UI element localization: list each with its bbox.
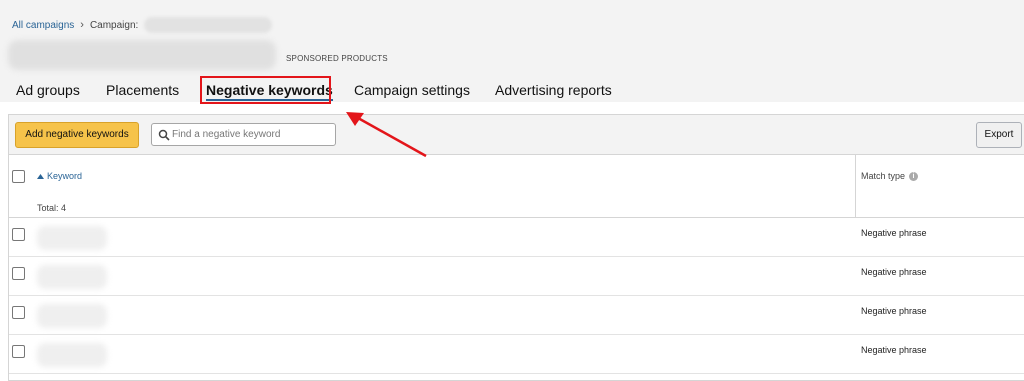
match-type-column-header: Match type i	[861, 171, 919, 181]
match-type-cell: Negative phrase	[861, 345, 927, 355]
tab-highlight-box	[200, 76, 331, 104]
keyword-redacted	[37, 226, 107, 250]
row-checkbox[interactable]	[12, 267, 25, 280]
tab-campaign-settings[interactable]: Campaign settings	[354, 82, 470, 98]
row-checkbox[interactable]	[12, 228, 25, 241]
table-row: Negative phrase	[9, 257, 1024, 296]
table-row: Negative phrase	[9, 218, 1024, 257]
table-toolbar: Add negative keywords Export	[9, 115, 1024, 155]
match-type-cell: Negative phrase	[861, 267, 927, 277]
tab-advertising-reports[interactable]: Advertising reports	[495, 82, 612, 98]
keyword-column-header[interactable]: Keyword	[37, 171, 82, 181]
match-type-cell: Negative phrase	[861, 306, 927, 316]
row-checkbox[interactable]	[12, 345, 25, 358]
info-icon[interactable]: i	[909, 171, 919, 181]
negative-keywords-panel: Add negative keywords Export Keyword Tot…	[8, 114, 1024, 381]
table-header-row: Keyword Total: 4 Match type i	[9, 155, 1024, 218]
match-type-header-label: Match type	[861, 171, 906, 181]
search-box	[151, 123, 336, 146]
select-all-checkbox[interactable]	[12, 170, 25, 183]
tab-bar: Ad groups Placements Negative keywords C…	[0, 78, 1024, 102]
export-button[interactable]: Export	[976, 122, 1022, 148]
table-row: Negative phrase	[9, 335, 1024, 374]
breadcrumb-current-label: Campaign:	[89, 19, 139, 31]
tab-ad-groups[interactable]: Ad groups	[16, 82, 80, 98]
table-row: Negative phrase	[9, 296, 1024, 335]
campaign-type-label: SPONSORED PRODUCTS	[286, 54, 388, 63]
sort-up-icon	[37, 173, 44, 179]
tab-placements[interactable]: Placements	[106, 82, 179, 98]
campaign-name-redacted	[144, 17, 273, 33]
chevron-right-icon: ›	[80, 19, 84, 31]
arrow-icon	[346, 112, 427, 158]
column-divider	[855, 155, 856, 218]
match-type-cell: Negative phrase	[861, 228, 927, 238]
search-input[interactable]	[172, 126, 332, 143]
search-icon	[158, 129, 170, 141]
keyword-redacted	[37, 304, 107, 328]
add-negative-keywords-button[interactable]: Add negative keywords	[15, 122, 139, 148]
keyword-redacted	[37, 265, 107, 289]
campaign-title-redacted	[8, 40, 276, 70]
row-checkbox[interactable]	[12, 306, 25, 319]
breadcrumb: All campaigns › Campaign:	[12, 17, 273, 33]
total-count: Total: 4	[37, 203, 67, 213]
keyword-header-label: Keyword	[47, 171, 83, 181]
keyword-redacted	[37, 343, 107, 367]
breadcrumb-all-campaigns[interactable]: All campaigns	[12, 20, 74, 31]
